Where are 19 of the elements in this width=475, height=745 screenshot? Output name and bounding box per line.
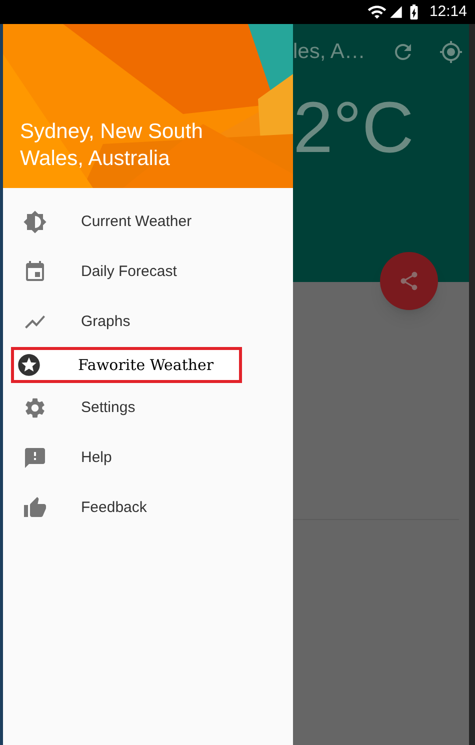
brightness-icon [23,210,47,234]
signal-icon [389,5,404,19]
toolbar-title: les, A… [293,39,366,66]
drawer-location: Sydney, New South Wales, Australia [20,119,204,172]
thumbs-up-icon [23,496,47,520]
location-icon[interactable] [439,40,464,64]
menu-item-label[interactable]: Feedback [81,496,147,520]
menu-item-label[interactable]: Graphs [81,310,130,334]
speech-bubble-icon [23,446,47,470]
menu-item-label[interactable]: Help [81,446,112,470]
menu-item-label[interactable]: Settings [81,396,136,420]
temperature: 2°C [293,88,415,168]
menu-item-label[interactable]: Daily Forecast [81,260,177,284]
share-icon [398,270,420,292]
clock: 12:14 [429,2,467,22]
calendar-icon [23,260,47,284]
menu-item-label[interactable]: Faworite Weather [78,354,214,376]
settings-icon [23,396,47,420]
menu-item-label[interactable]: Current Weather [81,210,192,234]
